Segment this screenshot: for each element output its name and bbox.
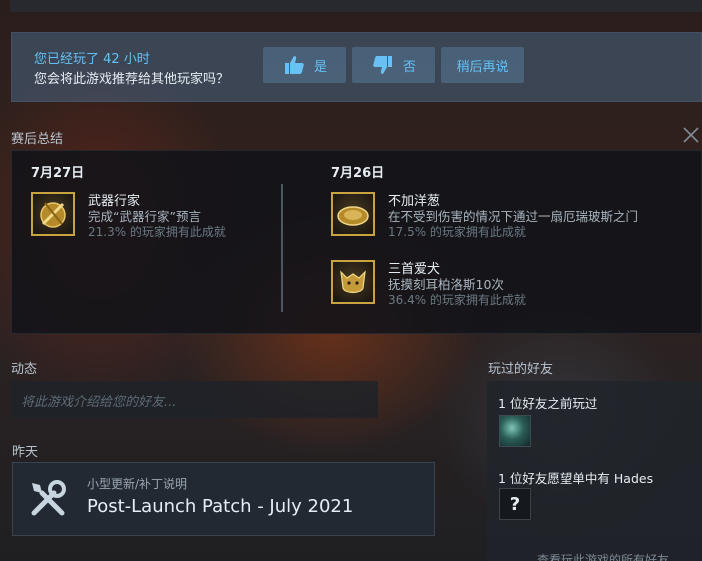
achievement-item[interactable]: 不加洋葱 在不受到伤害的情况下通过一扇厄瑞玻斯之门 17.5% 的玩家拥有此成就 [331,192,671,244]
playtime-text: 您已经玩了 42 小时 [34,52,150,67]
weapon-shield-icon [31,192,75,236]
recommend-later-button[interactable]: 稍后再说 [441,47,524,83]
friends-wishlist: 1 位好友愿望单中有 Hades [498,471,654,486]
friends-title: 玩过的好友 [488,362,554,377]
thumbs-up-icon [284,56,304,74]
recommend-yes-label: 是 [313,59,327,75]
avatar[interactable]: ? [499,488,531,520]
achievement-item[interactable]: 三首爱犬 抚摸刻耳柏洛斯10次 36.4% 的玩家拥有此成就 [331,260,671,312]
close-icon[interactable] [681,125,701,145]
activity-title: 动态 [11,362,38,377]
top-strip [10,0,702,12]
thumbs-down-icon [373,56,392,74]
gold-plate-icon [331,192,375,236]
achievement-percent: 21.3% 的玩家拥有此成就 [88,225,226,239]
friends-played-before: 1 位好友之前玩过 [498,396,598,411]
achievement-percent: 17.5% 的玩家拥有此成就 [388,225,526,239]
recommend-panel: 您已经玩了 42 小时 您会将此游戏推荐给其他玩家吗？ 是 否 稍后再说 [11,32,702,102]
tools-icon [31,480,66,516]
summary-date: 7月26日 [331,166,385,181]
summary-date: 7月27日 [31,166,85,181]
friends-panel: 1 位好友之前玩过 1 位好友愿望单中有 Hades ? 查看玩此游戏的所有好友 [487,381,702,561]
recommend-yes-button[interactable]: 是 [263,47,346,83]
summary-panel: 7月27日 7月26日 武器行家 完成“武器行家”预言 21.3% 的玩家拥有此… [11,150,702,334]
recommend-no-label: 否 [402,59,416,75]
news-type: 小型更新/补丁说明 [87,477,188,491]
yesterday-title: 昨天 [12,445,39,460]
recommend-no-button[interactable]: 否 [352,47,435,83]
achievement-item[interactable]: 武器行家 完成“武器行家”预言 21.3% 的玩家拥有此成就 [31,192,371,244]
view-all-friends-link[interactable]: 查看玩此游戏的所有好友 [537,551,669,561]
dog-head-icon [331,260,375,304]
news-item[interactable]: 小型更新/补丁说明 Post-Launch Patch - July 2021 [12,462,435,536]
activity-input[interactable]: 将此游戏介绍给您的好友... [11,381,378,418]
news-title: Post-Launch Patch - July 2021 [87,496,354,517]
recommend-question: 您会将此游戏推荐给其他玩家吗？ [34,72,230,87]
avatar[interactable] [499,415,531,447]
achievement-percent: 36.4% 的玩家拥有此成就 [388,293,526,307]
summary-title: 赛后总结 [11,132,64,147]
recommend-later-label: 稍后再说 [456,59,509,75]
